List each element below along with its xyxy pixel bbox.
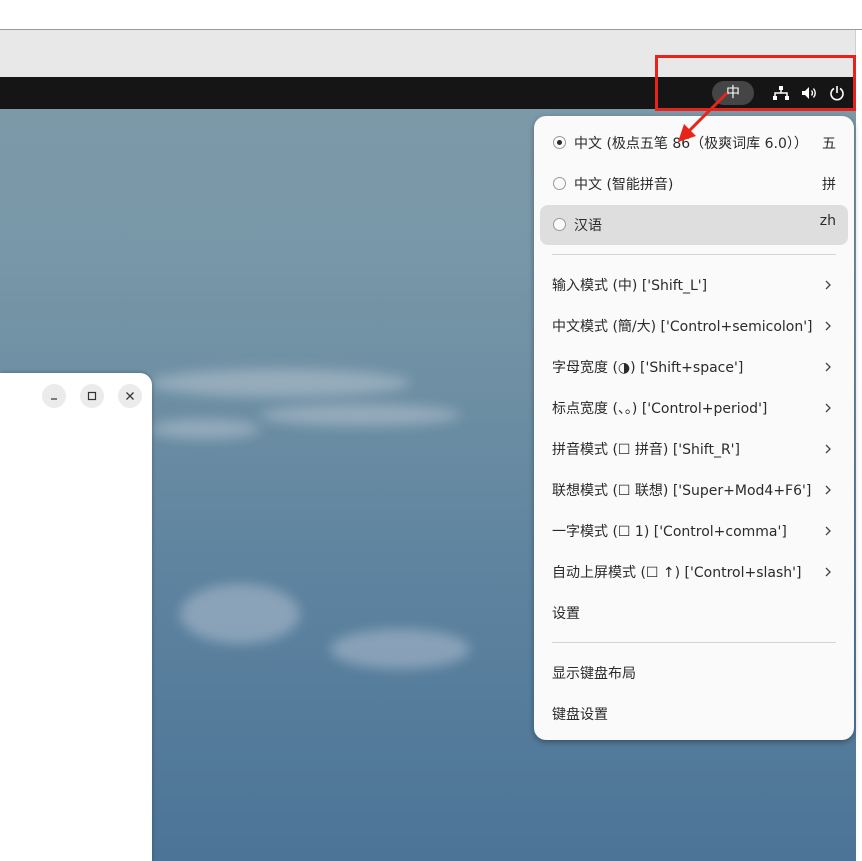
maximize-icon bbox=[87, 391, 97, 401]
input-source-menu: 中文 (极点五笔 86（极爽词库 6.0）） 五 中文 (智能拼音) 拼 汉语 … bbox=[534, 116, 854, 740]
menu-item-letter-width[interactable]: 字母宽度 (◑) ['Shift+space'] bbox=[540, 347, 848, 387]
menu-item-label: 自动上屏模式 (☐ ↑) ['Control+slash'] bbox=[552, 565, 802, 581]
menu-item-label: 联想模式 (☐ 联想) ['Super+Mod4+F6'] bbox=[552, 483, 812, 499]
radio-icon bbox=[553, 218, 566, 231]
close-button[interactable] bbox=[118, 384, 142, 408]
menu-item-shortcut: zh bbox=[819, 213, 836, 229]
menu-item-label: 拼音模式 (☐ 拼音) ['Shift_R'] bbox=[552, 442, 740, 458]
menu-item-settings[interactable]: 设置 bbox=[540, 593, 848, 633]
menu-item-input-mode[interactable]: 输入模式 (中) ['Shift_L'] bbox=[540, 265, 848, 305]
menu-item-chinese-mode[interactable]: 中文模式 (簡/大) ['Control+semicolon'] bbox=[540, 306, 848, 346]
input-source-wubi[interactable]: 中文 (极点五笔 86（极爽词库 6.0）） 五 bbox=[540, 123, 848, 163]
menu-item-label: 键盘设置 bbox=[552, 707, 608, 723]
menu-separator bbox=[552, 254, 836, 255]
input-source-hanyu[interactable]: 汉语 zh bbox=[540, 205, 848, 245]
minimize-icon bbox=[51, 398, 57, 400]
chevron-right-icon bbox=[825, 362, 831, 372]
close-icon bbox=[126, 392, 134, 400]
browser-top-area bbox=[0, 0, 862, 30]
chevron-right-icon bbox=[825, 567, 831, 577]
menu-item-shortcut: 拼 bbox=[822, 177, 836, 193]
menu-item-label: 字母宽度 (◑) ['Shift+space'] bbox=[552, 360, 744, 376]
minimize-button[interactable] bbox=[42, 384, 66, 408]
menu-item-label: 设置 bbox=[552, 606, 580, 622]
menu-item-label: 显示键盘布局 bbox=[552, 666, 636, 682]
menu-item-label: 中文模式 (簡/大) ['Control+semicolon'] bbox=[552, 319, 813, 335]
menu-item-shortcut: 五 bbox=[822, 136, 836, 152]
menu-item-label: 中文 (极点五笔 86（极爽词库 6.0）） bbox=[574, 136, 808, 152]
maximize-button[interactable] bbox=[80, 384, 104, 408]
chevron-right-icon bbox=[825, 526, 831, 536]
menu-item-single-char-mode[interactable]: 一字模式 (☐ 1) ['Control+comma'] bbox=[540, 511, 848, 551]
menu-item-label: 输入模式 (中) ['Shift_L'] bbox=[552, 278, 708, 294]
chevron-right-icon bbox=[825, 403, 831, 413]
menu-item-pinyin-mode[interactable]: 拼音模式 (☐ 拼音) ['Shift_R'] bbox=[540, 429, 848, 469]
right-edge-strip bbox=[855, 30, 862, 861]
menu-item-punctuation-width[interactable]: 标点宽度 (、。) ['Control+period'] bbox=[540, 388, 848, 428]
chevron-right-icon bbox=[825, 444, 831, 454]
chevron-right-icon bbox=[825, 321, 831, 331]
menu-item-label: 汉语 bbox=[574, 218, 602, 234]
app-window bbox=[0, 373, 152, 861]
menu-item-association-mode[interactable]: 联想模式 (☐ 联想) ['Super+Mod4+F6'] bbox=[540, 470, 848, 510]
menu-item-label: 标点宽度 (、。) ['Control+period'] bbox=[552, 401, 768, 417]
menu-item-keyboard-settings[interactable]: 键盘设置 bbox=[540, 694, 848, 734]
menu-item-label: 中文 (智能拼音) bbox=[574, 177, 674, 193]
menu-separator bbox=[552, 642, 836, 643]
menu-item-label: 一字模式 (☐ 1) ['Control+comma'] bbox=[552, 524, 787, 540]
menu-item-auto-commit-mode[interactable]: 自动上屏模式 (☐ ↑) ['Control+slash'] bbox=[540, 552, 848, 592]
input-source-pinyin[interactable]: 中文 (智能拼音) 拼 bbox=[540, 164, 848, 204]
radio-selected-icon bbox=[553, 136, 566, 149]
menu-item-show-keyboard-layout[interactable]: 显示键盘布局 bbox=[540, 653, 848, 693]
annotation-highlight-box bbox=[655, 55, 856, 111]
chevron-right-icon bbox=[825, 485, 831, 495]
radio-icon bbox=[553, 177, 566, 190]
chevron-right-icon bbox=[825, 280, 831, 290]
